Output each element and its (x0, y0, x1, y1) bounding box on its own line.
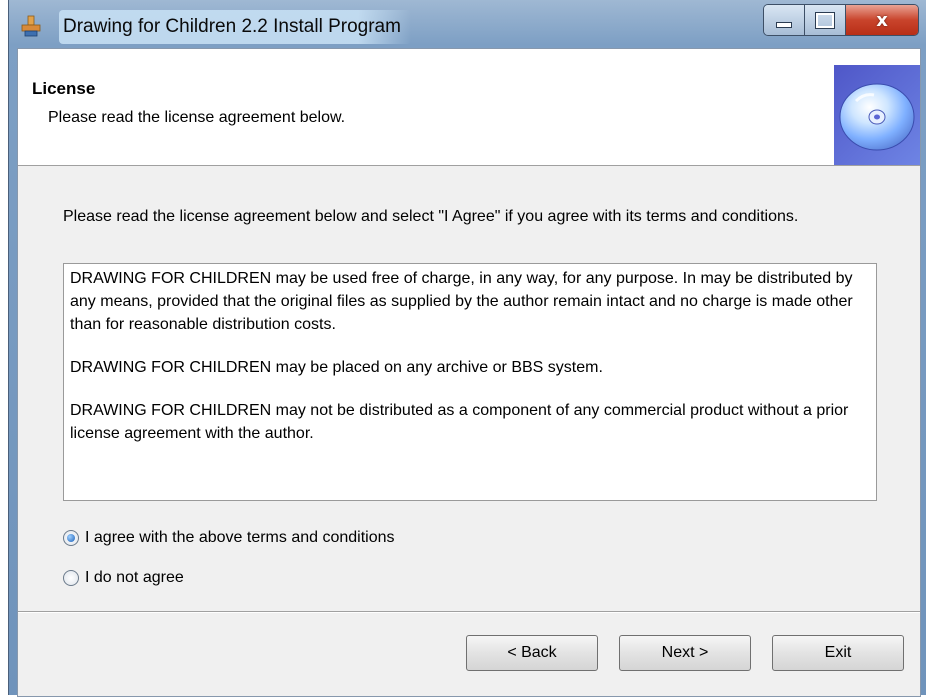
license-paragraph: DRAWING FOR CHILDREN may be used free of… (70, 270, 853, 333)
title-bar[interactable]: Drawing for Children 2.2 Install Program… (9, 0, 926, 48)
maximize-icon (815, 11, 835, 29)
close-icon: x (876, 9, 888, 31)
agree-radio-option[interactable]: I agree with the above terms and conditi… (63, 529, 395, 547)
disagree-radio-option[interactable]: I do not agree (63, 569, 184, 587)
maximize-button[interactable] (805, 5, 846, 35)
license-textbox[interactable]: DRAWING FOR CHILDREN may be used free of… (63, 263, 877, 501)
page-subtitle: Please read the license agreement below. (48, 109, 346, 126)
agree-radio-button[interactable] (63, 530, 79, 546)
installer-window: Drawing for Children 2.2 Install Program… (8, 0, 926, 697)
installer-app-icon (21, 15, 41, 37)
window-controls: x (763, 4, 919, 36)
wizard-header: License Please read the license agreemen… (18, 49, 920, 166)
minimize-button[interactable] (764, 5, 805, 35)
page-title: License (32, 79, 96, 98)
cd-disc-icon (834, 65, 920, 165)
exit-button[interactable]: Exit (772, 635, 904, 671)
instructions-text: Please read the license agreement below … (63, 208, 799, 225)
next-button[interactable]: Next > (619, 635, 751, 671)
license-paragraph: DRAWING FOR CHILDREN may be placed on an… (70, 359, 603, 376)
footer-separator (18, 611, 920, 613)
back-button[interactable]: < Back (466, 635, 598, 671)
agree-radio-label[interactable]: I agree with the above terms and conditi… (85, 529, 395, 547)
disagree-radio-label[interactable]: I do not agree (85, 569, 184, 587)
close-button[interactable]: x (846, 5, 918, 35)
minimize-icon (776, 22, 792, 28)
disagree-radio-button[interactable] (63, 570, 79, 586)
license-paragraph: DRAWING FOR CHILDREN may not be distribu… (70, 402, 849, 442)
wizard-client-area: License Please read the license agreemen… (17, 48, 921, 697)
window-title: Drawing for Children 2.2 Install Program (59, 10, 411, 44)
